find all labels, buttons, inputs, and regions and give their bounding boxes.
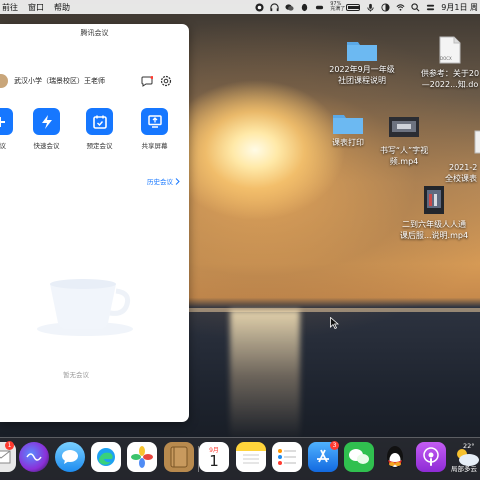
podcasts-icon	[423, 447, 439, 466]
desktop-folder-schedule-print[interactable]: 课表打印	[328, 111, 368, 148]
video-thumbnail-icon	[389, 117, 419, 137]
doc-label-line2: —2022...知.do	[421, 80, 479, 89]
battery-state: 充满了	[330, 6, 346, 12]
desktop-doc-notice[interactable]: DOCX 供参考：关于20 —2022...知.do	[410, 36, 480, 90]
dock-reminders-app[interactable]	[272, 442, 302, 472]
user-name: 武汉小学（瑞景校区）王老师	[14, 77, 105, 85]
notes-icon	[243, 454, 259, 464]
record-icon[interactable]	[255, 2, 264, 12]
menubar-date[interactable]: 9月1日 周	[441, 2, 478, 13]
microphone-icon[interactable]	[366, 3, 375, 12]
desktop-video-writing[interactable]: 书写“人”字视 频.mp4	[372, 117, 436, 167]
share-screen-icon	[141, 108, 168, 135]
video-label-line1: 二到六年级人人通	[402, 220, 466, 229]
action-label: 预定会议	[86, 142, 113, 150]
share-screen-button[interactable]: 共享屏幕	[141, 108, 168, 150]
action-label: 共享屏幕	[141, 142, 168, 150]
user-profile[interactable]: 武汉小学（瑞景校区）王老师	[0, 74, 105, 88]
gamepad-icon[interactable]	[315, 3, 324, 12]
app-store-badge: 3	[330, 441, 339, 450]
app-store-icon	[317, 449, 329, 463]
lightning-icon	[33, 108, 60, 135]
empty-coffee-cup-illustration	[37, 279, 133, 336]
menu-go[interactable]: 前往	[2, 2, 18, 13]
avatar[interactable]	[0, 74, 8, 88]
speech-bubble-icon	[62, 450, 78, 464]
menu-window[interactable]: 窗口	[28, 2, 44, 13]
control-toggle-icon[interactable]	[426, 3, 435, 12]
dock-photos-app[interactable]	[127, 442, 157, 472]
action-label: 会议	[0, 142, 6, 150]
calendar-icon	[86, 108, 113, 135]
action-label: 快速会议	[33, 142, 60, 150]
siri-icon	[26, 453, 42, 461]
chat-icon[interactable]	[141, 76, 153, 87]
quick-actions: 会议 快速会议 预定会议 共享屏幕	[0, 108, 189, 152]
dock-notes-app[interactable]	[236, 442, 266, 472]
dock-calendar-app[interactable]: 9月 1	[199, 442, 229, 472]
penguin-menubar-icon[interactable]	[300, 3, 309, 12]
docx-badge: DOCX	[440, 56, 452, 61]
menu-help[interactable]: 帮助	[54, 2, 70, 13]
wechat-menubar-icon[interactable]	[285, 3, 294, 12]
battery-status[interactable]: 97% 充满了	[330, 2, 361, 12]
history-label: 历史会议	[147, 178, 173, 186]
dock-qq-app[interactable]	[380, 442, 410, 472]
reminders-icon	[278, 449, 296, 465]
schedule-meeting-button[interactable]: 预定会议	[86, 108, 113, 150]
chevron-right-icon	[175, 177, 180, 185]
window-title: 腾讯会议	[80, 29, 109, 37]
battery-icon	[346, 3, 361, 11]
video-label-line2: 频.mp4	[389, 157, 419, 166]
dock-edge-browser[interactable]	[91, 442, 121, 472]
mail-icon	[0, 450, 11, 464]
qq-penguin-icon	[387, 446, 403, 468]
control-center-icon[interactable]	[381, 2, 390, 12]
history-meetings-link[interactable]: 历史会议	[147, 176, 180, 186]
empty-meetings-text: 暂无会议	[63, 371, 89, 379]
video-label-line2: 课后服...说明.mp4	[399, 231, 469, 240]
calendar-day: 1	[209, 452, 219, 470]
menu-bar: 前往 窗口 帮助 97% 充满了 9月1日 周	[0, 0, 480, 14]
file-label-line1: 2021-2	[449, 163, 478, 172]
doc-label-line1: 供参考：关于20	[420, 69, 480, 78]
video-label-line1: 书写“人”字视	[379, 146, 429, 155]
notebook-icon	[170, 446, 188, 468]
dock-wechat-app[interactable]	[344, 442, 374, 472]
file-icon	[474, 130, 480, 154]
mail-badge: 1	[5, 441, 14, 450]
weather-description: 局部多云	[451, 465, 477, 473]
weather-temperature: 22°	[463, 442, 475, 450]
folder-label: 课表打印	[332, 138, 364, 147]
plus-icon	[0, 108, 13, 135]
search-icon[interactable]	[411, 2, 420, 12]
mouse-cursor-icon	[330, 317, 339, 329]
wechat-icon	[349, 449, 369, 464]
edge-browser-icon	[97, 448, 115, 466]
desktop-file-schedule-2021[interactable]: 2021-2 全校课表	[440, 130, 480, 184]
desktop-folder-club-course[interactable]: 2022年9月一年级 社团课程说明	[318, 38, 406, 86]
tencent-meeting-window: 腾讯会议 武汉小学（瑞景校区）王老师 会议 快速会议 预定会议	[0, 24, 189, 422]
dock-siri-app[interactable]	[19, 442, 49, 472]
dock-messages-app[interactable]	[55, 442, 85, 472]
quick-meeting-button[interactable]: 快速会议	[33, 108, 60, 150]
dock-podcasts-app[interactable]	[416, 442, 446, 472]
video-thumbnail-icon	[424, 186, 444, 214]
desktop-video-after-school[interactable]: 二到六年级人人通 课后服...说明.mp4	[388, 186, 480, 241]
file-label-line2: 全校课表	[445, 174, 477, 183]
headphones-icon[interactable]	[270, 2, 279, 12]
gear-icon[interactable]	[160, 75, 172, 87]
folder-label: 2022年9月一年级 社团课程说明	[329, 65, 395, 85]
folder-icon	[333, 115, 363, 134]
folder-icon	[347, 42, 377, 61]
photos-icon	[131, 446, 153, 468]
dock-notebook-app[interactable]	[164, 442, 194, 472]
wifi-icon[interactable]	[396, 3, 405, 12]
join-meeting-button[interactable]: 会议	[0, 108, 13, 150]
sun-reflection	[230, 310, 300, 440]
